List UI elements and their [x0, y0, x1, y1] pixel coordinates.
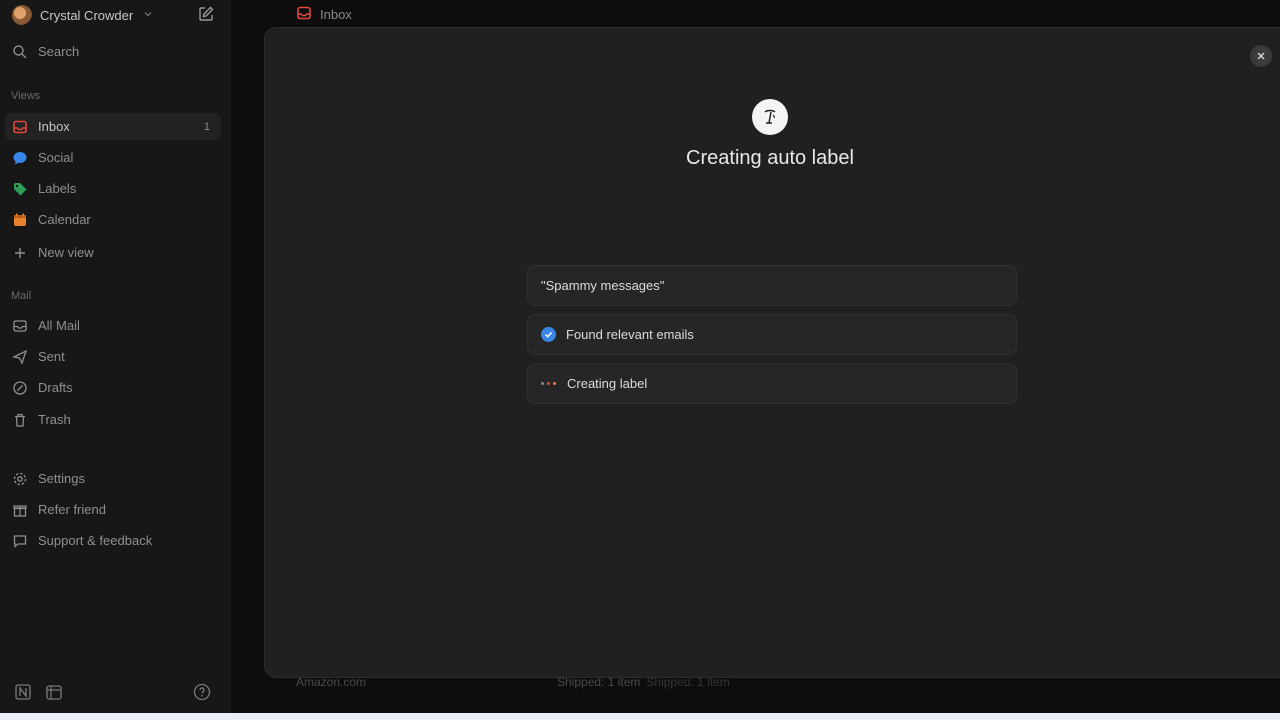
sidebar-item-label: Inbox [38, 119, 70, 134]
query-card: "Spammy messages" [527, 265, 1017, 306]
send-icon [12, 349, 28, 365]
avatar [12, 5, 32, 25]
sidebar-item-settings[interactable]: Settings [5, 465, 221, 492]
sidebar-item-label: Drafts [38, 380, 73, 395]
sidebar-item-refer-friend[interactable]: Refer friend [5, 496, 221, 523]
step-label: Found relevant emails [566, 327, 694, 342]
mail-icon [12, 318, 28, 334]
sidebar-item-label: All Mail [38, 318, 80, 333]
step-creating-label: Creating label [527, 363, 1017, 404]
modal-title: Creating auto label [0, 147, 1280, 170]
inbox-icon [12, 119, 28, 135]
help-icon[interactable] [193, 683, 211, 701]
close-icon [1256, 51, 1266, 61]
plus-icon [12, 245, 28, 261]
chevron-down-icon [143, 9, 153, 22]
search-button[interactable]: Search [5, 38, 221, 65]
sidebar-item-label: Calendar [38, 212, 91, 227]
logo-icon [752, 99, 788, 135]
sidebar-item-label: Refer friend [38, 502, 106, 517]
unread-count-badge: 1 [204, 121, 210, 133]
notion-icon[interactable] [14, 683, 32, 701]
trash-icon [12, 412, 28, 428]
query-text: "Spammy messages" [541, 278, 664, 293]
loading-dots-icon [541, 382, 557, 385]
sidebar-item-sent[interactable]: Sent [5, 343, 221, 370]
sidebar: Crystal Crowder Search Views Inbox 1 Soc… [0, 0, 231, 713]
gift-icon [12, 502, 28, 518]
check-circle-icon [541, 327, 556, 342]
sidebar-item-label: Support & feedback [38, 533, 152, 548]
sidebar-item-inbox[interactable]: Inbox 1 [5, 113, 221, 140]
tag-icon [12, 181, 28, 197]
step-label: Creating label [567, 376, 647, 391]
step-found-emails: Found relevant emails [527, 314, 1017, 355]
sidebar-item-support[interactable]: Support & feedback [5, 527, 221, 554]
close-button[interactable] [1250, 45, 1272, 67]
page-title: Inbox [296, 5, 352, 23]
compose-icon[interactable] [197, 5, 215, 23]
sidebar-item-drafts[interactable]: Drafts [5, 374, 221, 401]
sidebar-item-trash[interactable]: Trash [5, 406, 221, 433]
calendar-app-icon[interactable] [45, 683, 63, 701]
sidebar-item-calendar[interactable]: Calendar [5, 206, 221, 233]
search-label: Search [38, 44, 79, 59]
page-title-text: Inbox [320, 7, 352, 22]
section-views: Views [11, 90, 40, 102]
account-name: Crystal Crowder [40, 8, 133, 23]
sidebar-item-label: New view [38, 245, 94, 260]
sidebar-item-label: Labels [38, 181, 76, 196]
section-mail: Mail [11, 290, 31, 302]
sidebar-item-label: Sent [38, 349, 65, 364]
search-icon [12, 44, 28, 60]
new-view-button[interactable]: New view [5, 239, 221, 266]
chat-icon [12, 533, 28, 549]
sidebar-item-all-mail[interactable]: All Mail [5, 312, 221, 339]
sidebar-item-label: Trash [38, 412, 71, 427]
taskbar-strip [0, 713, 1280, 720]
gear-icon [12, 471, 28, 487]
sidebar-item-label: Settings [38, 471, 85, 486]
account-switcher[interactable]: Crystal Crowder [12, 5, 153, 25]
sidebar-item-labels[interactable]: Labels [5, 175, 221, 202]
draft-icon [12, 380, 28, 396]
calendar-icon [12, 212, 28, 228]
inbox-icon [296, 5, 312, 24]
